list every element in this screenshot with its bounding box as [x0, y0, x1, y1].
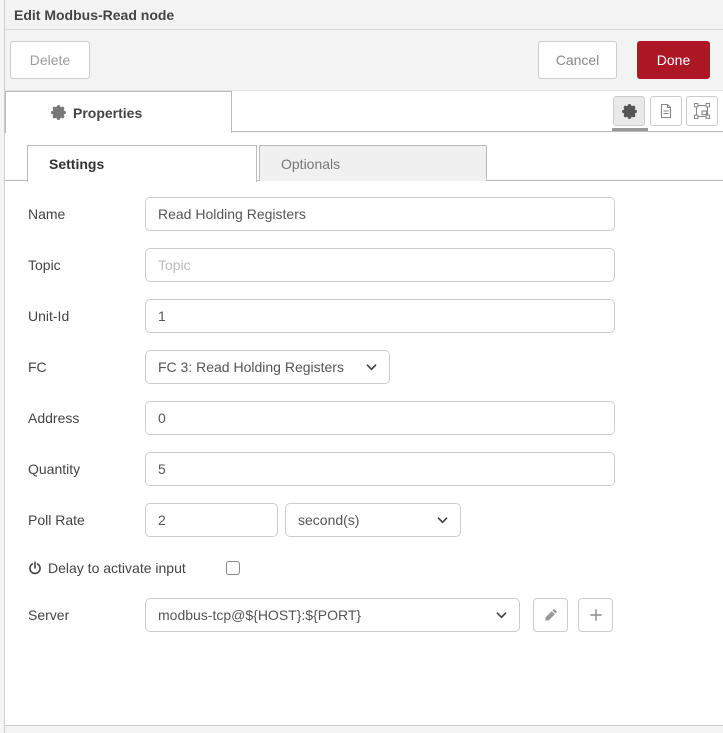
server-select-value: modbus-tcp@${HOST}:${PORT}: [158, 607, 362, 623]
delete-button[interactable]: Delete: [10, 41, 90, 79]
address-input[interactable]: [145, 401, 615, 435]
description-view-button[interactable]: [650, 96, 682, 126]
dialog-title: Edit Modbus-Read node: [14, 6, 175, 23]
active-view-indicator: [612, 128, 648, 131]
address-field-row: Address: [28, 401, 723, 435]
appearance-view-button[interactable]: [686, 96, 718, 126]
chevron-down-icon: [437, 516, 448, 524]
tab-properties-label: Properties: [73, 104, 143, 121]
gear-icon: [621, 103, 637, 119]
server-label: Server: [28, 607, 70, 623]
tray-left-edge: [0, 0, 5, 733]
fc-field-row: FC FC 3: Read Holding Registers: [28, 350, 723, 384]
poll-rate-label: Poll Rate: [28, 512, 85, 528]
poll-rate-input[interactable]: [145, 503, 278, 537]
poll-rate-field-row: Poll Rate second(s): [28, 503, 723, 537]
quantity-field-row: Quantity: [28, 452, 723, 486]
tray-resize-bar[interactable]: [0, 725, 723, 733]
name-label: Name: [28, 206, 66, 222]
server-field-row: Server modbus-tcp@${HOST}:${PORT}: [28, 598, 723, 632]
unit-id-label: Unit-Id: [28, 308, 70, 324]
topic-label: Topic: [28, 257, 61, 273]
name-field-row: Name: [28, 197, 723, 231]
dialog-toolbar: Delete Cancel Done: [0, 30, 723, 91]
server-select[interactable]: modbus-tcp@${HOST}:${PORT}: [145, 598, 520, 632]
tab-settings-label: Settings: [49, 156, 105, 172]
node-properties-form: Name Topic Unit-Id FC FC 3: Read Holding…: [0, 181, 723, 632]
gear-icon: [51, 105, 66, 120]
edit-server-button[interactable]: [533, 598, 568, 632]
tab-properties[interactable]: Properties: [5, 91, 232, 133]
properties-view-button[interactable]: [613, 96, 645, 126]
chevron-down-icon: [366, 363, 377, 371]
poll-rate-unit-value: second(s): [298, 512, 360, 528]
fc-label: FC: [28, 359, 47, 375]
add-icon: [589, 608, 603, 622]
delay-field-row: Delay to activate input: [28, 554, 723, 582]
done-button[interactable]: Done: [637, 41, 710, 79]
power-icon: [28, 561, 42, 575]
quantity-label: Quantity: [28, 461, 81, 477]
unit-id-field-row: Unit-Id: [28, 299, 723, 333]
appearance-icon: [694, 103, 710, 119]
edit-icon: [544, 608, 558, 622]
topic-input[interactable]: [145, 248, 615, 282]
topic-field-row: Topic: [28, 248, 723, 282]
tab-optionals[interactable]: Optionals: [259, 145, 487, 181]
doc-icon: [658, 103, 674, 119]
add-server-button[interactable]: [578, 598, 613, 632]
cancel-button[interactable]: Cancel: [538, 41, 617, 79]
dialog-header: Edit Modbus-Read node: [0, 0, 723, 30]
tab-settings[interactable]: Settings: [27, 145, 257, 182]
delay-checkbox[interactable]: [226, 561, 240, 575]
unit-id-input[interactable]: [145, 299, 615, 333]
delay-label: Delay to activate input: [48, 560, 186, 576]
tab-optionals-label: Optionals: [281, 155, 341, 172]
settings-tab-bar: Settings Optionals: [5, 145, 723, 182]
fc-select[interactable]: FC 3: Read Holding Registers: [145, 350, 390, 384]
editor-tab-bar: Properties: [5, 91, 723, 133]
chevron-down-icon: [496, 611, 507, 619]
poll-rate-unit-select[interactable]: second(s): [285, 503, 461, 537]
fc-select-value: FC 3: Read Holding Registers: [158, 359, 344, 375]
quantity-input[interactable]: [145, 452, 615, 486]
address-label: Address: [28, 410, 80, 426]
name-input[interactable]: [145, 197, 615, 231]
